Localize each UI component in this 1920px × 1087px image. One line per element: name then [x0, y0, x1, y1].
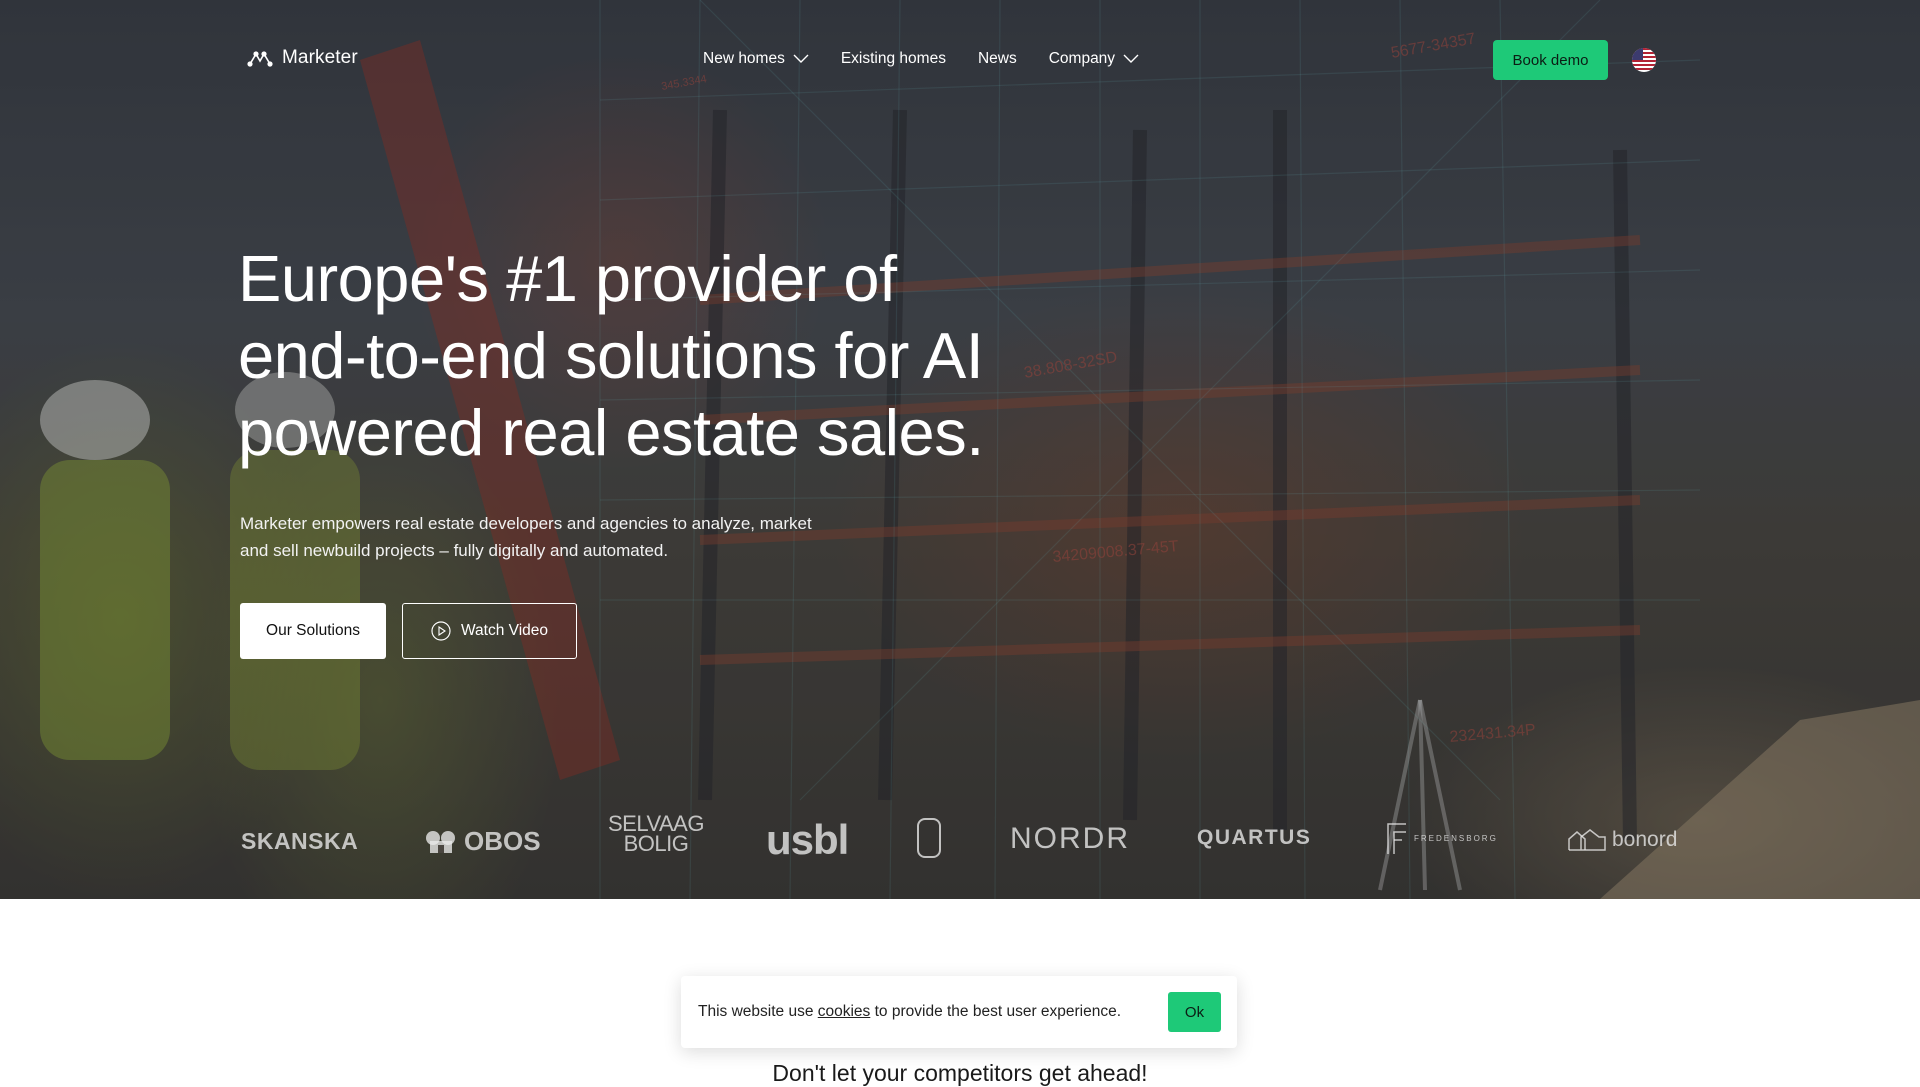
- nav-item-news[interactable]: News: [978, 50, 1017, 68]
- nav-label: Company: [1048, 50, 1116, 67]
- subtext-line: and sell newbuild projects – fully digit…: [240, 541, 669, 560]
- chevron-down-icon: [1123, 54, 1139, 63]
- hero-section: 5677-34357 345.3344 38.808-32SD 34209008…: [0, 0, 1920, 899]
- bolig-text: BOLIG: [623, 831, 689, 856]
- nordr-logo: NORDR: [1010, 822, 1130, 855]
- subtext-line: Marketer empowers real estate developers…: [240, 514, 812, 533]
- book-demo-button[interactable]: Book demo: [1493, 40, 1608, 80]
- jm-badge-logo: [917, 818, 941, 858]
- obos-text: OBOS: [464, 826, 541, 856]
- nav-label: New homes: [703, 50, 785, 67]
- cookies-link[interactable]: cookies: [818, 1003, 871, 1020]
- section-teaser-heading: Don't let your competitors get ahead!: [772, 1060, 1148, 1086]
- brand-logo[interactable]: Marketer: [246, 47, 358, 69]
- cookie-text-start: This website use: [698, 1003, 818, 1020]
- obos-logo: OBOS: [424, 826, 541, 857]
- watch-video-button[interactable]: Watch Video: [402, 603, 577, 659]
- marketer-logo-icon: [247, 51, 273, 67]
- obos-house-icon: [426, 830, 455, 853]
- hero-subtext: Marketer empowers real estate developers…: [240, 510, 860, 564]
- chevron-down-icon: [793, 54, 809, 63]
- fredensborg-mark-icon: [1387, 823, 1406, 854]
- selvaag-bolig-logo: SELVAAG BOLIG: [608, 813, 704, 856]
- headline-line: powered real estate sales.: [238, 396, 984, 469]
- cookie-text-end: to provide the best user experience.: [870, 1003, 1122, 1020]
- fredensborg-text: FREDENSBORG: [1414, 833, 1498, 843]
- headline-line: end-to-end solutions for AI: [238, 319, 984, 392]
- nav-item-new-homes[interactable]: New homes: [703, 50, 809, 68]
- bonord-text: bonord: [1612, 828, 1678, 851]
- quartus-logo: QUARTUS: [1197, 826, 1312, 849]
- cookie-message: This website use cookies to provide the …: [698, 1003, 1168, 1021]
- bonord-house-icon: [1568, 829, 1606, 851]
- our-solutions-button[interactable]: Our Solutions: [240, 603, 386, 659]
- main-nav: New homes Existing homes News Company: [703, 50, 1171, 68]
- skanska-logo: SKANSKA: [241, 828, 359, 854]
- cookie-ok-button[interactable]: Ok: [1168, 992, 1221, 1032]
- brand-name: Marketer: [282, 47, 358, 68]
- usbl-logo: usbl: [766, 816, 849, 863]
- nav-item-existing-homes[interactable]: Existing homes: [841, 50, 946, 68]
- nav-label: News: [977, 50, 1017, 67]
- partner-logos: SKANSKA OBOS SELVAAG BOLIG usbl NORDR QU…: [0, 810, 1920, 870]
- watch-video-label: Watch Video: [460, 622, 549, 639]
- headline-line: Europe's #1 provider of: [238, 242, 897, 315]
- bonord-logo: bonord: [1568, 828, 1677, 852]
- play-icon: [431, 621, 451, 641]
- fredensborg-logo: FREDENSBORG: [1384, 820, 1498, 856]
- nav-label: Existing homes: [840, 50, 946, 67]
- us-flag-icon[interactable]: [1632, 48, 1656, 72]
- nav-item-company[interactable]: Company: [1049, 50, 1139, 68]
- cookie-banner: This website use cookies to provide the …: [681, 976, 1237, 1048]
- hero-headline: Europe's #1 provider of end-to-end solut…: [238, 240, 1138, 471]
